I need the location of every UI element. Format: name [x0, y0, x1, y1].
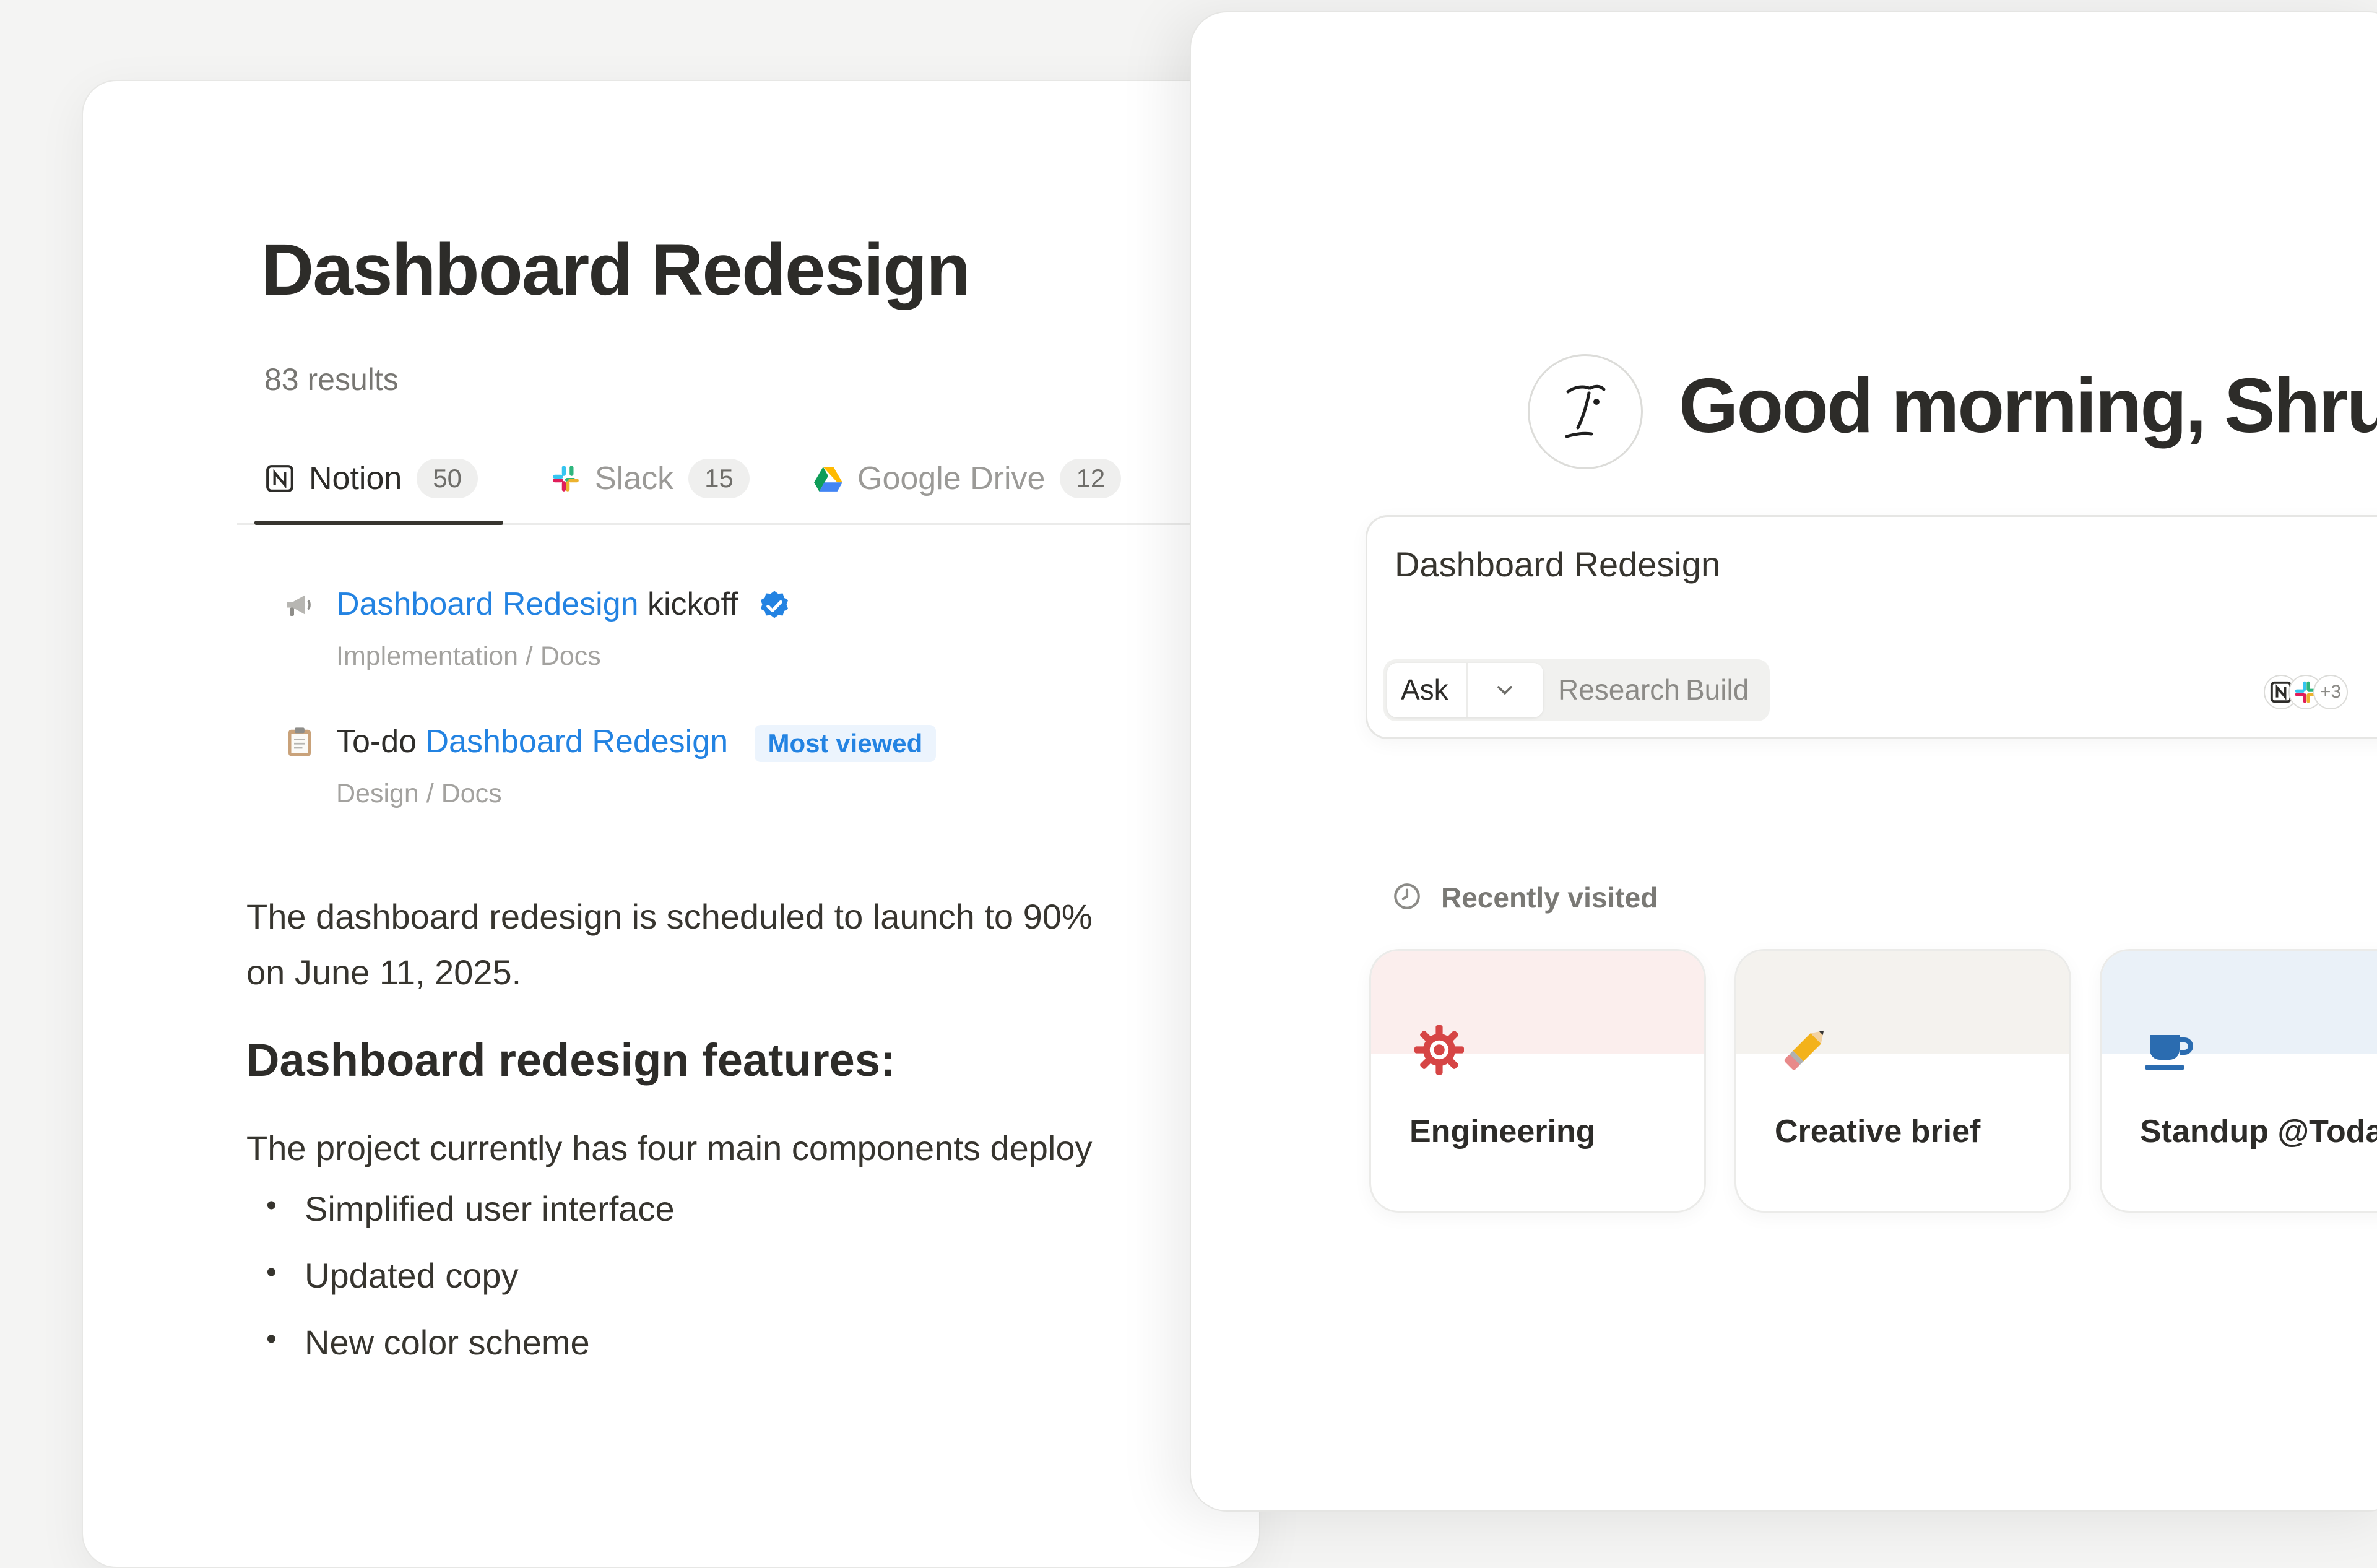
- ask-input[interactable]: [1395, 544, 2261, 584]
- mode-build-button[interactable]: Build: [1686, 673, 1749, 706]
- result-path: Design / Docs: [336, 779, 502, 808]
- active-tab-indicator: [254, 521, 503, 525]
- greeting: Good morning, Shruti: [1679, 363, 2377, 449]
- pencil-icon: [1775, 1020, 1834, 1080]
- list-item: New color scheme: [266, 1322, 675, 1389]
- card-title: Engineering: [1409, 1114, 1596, 1150]
- slack-icon: [550, 463, 581, 494]
- recently-visited-label: Recently visited: [1441, 881, 1658, 914]
- card-title: Creative brief: [1775, 1114, 1981, 1150]
- recently-visited-header: Recently visited: [1392, 879, 1658, 916]
- clipboard-icon: [283, 726, 316, 759]
- card-title: Standup @Toda: [2140, 1114, 2377, 1150]
- summary-line: The dashboard redesign is scheduled to l…: [246, 897, 1093, 936]
- tab-notion[interactable]: Notion 50: [264, 458, 478, 499]
- verified-badge-icon: [757, 589, 792, 623]
- result-title-highlight: Dashboard Redesign: [336, 586, 639, 622]
- megaphone-icon: [283, 588, 316, 622]
- more-sources-count: +3: [2313, 675, 2348, 709]
- summary-line: on June 11, 2025.: [246, 953, 522, 992]
- results-count: 83 results: [264, 362, 399, 397]
- list-item: Simplified user interface: [266, 1189, 675, 1255]
- features-heading: Dashboard redesign features:: [246, 1034, 896, 1086]
- mode-ask-label: Ask: [1401, 674, 1448, 706]
- result-title-suffix: kickoff: [647, 586, 738, 622]
- source-selector[interactable]: +3: [2264, 675, 2375, 712]
- mode-selector: Ask Research Build: [1383, 659, 1770, 721]
- coffee-cup-icon: [2140, 1020, 2199, 1080]
- result-title[interactable]: To-do Dashboard Redesign Most viewed: [336, 723, 937, 763]
- tab-label: Google Drive: [857, 461, 1046, 496]
- home-panel: [1190, 11, 2377, 1512]
- source-tabs: Notion 50 Slack 15 Google Drive 12: [237, 433, 1227, 525]
- most-viewed-tag: Most viewed: [754, 725, 937, 763]
- ask-box: Ask Research Build +3: [1366, 515, 2377, 739]
- tab-label: Slack: [595, 461, 674, 496]
- tab-label: Notion: [309, 461, 402, 496]
- tab-google-drive[interactable]: Google Drive 12: [813, 458, 1122, 499]
- mode-research-button[interactable]: Research: [1558, 673, 1680, 706]
- result-path: Implementation / Docs: [336, 641, 601, 671]
- result-title-prefix: To-do: [336, 724, 417, 760]
- recent-card-engineering[interactable]: Engineering: [1369, 949, 1706, 1213]
- avatar[interactable]: [1528, 354, 1643, 469]
- chevron-down-icon[interactable]: [1492, 678, 1517, 703]
- recent-card-creative-brief[interactable]: Creative brief: [1734, 949, 2071, 1213]
- result-title-highlight: Dashboard Redesign: [425, 724, 729, 760]
- notion-icon: [264, 463, 295, 494]
- features-intro: The project currently has four main comp…: [246, 1128, 1093, 1167]
- tab-count-badge: 12: [1060, 459, 1122, 498]
- features-list: Simplified user interface Updated copy N…: [266, 1189, 675, 1389]
- result-title[interactable]: Dashboard Redesign kickoff: [336, 586, 792, 623]
- clock-icon: [1392, 881, 1422, 915]
- face-doodle-icon: [1565, 384, 1606, 438]
- recent-card-standup[interactable]: Standup @Toda: [2100, 949, 2377, 1213]
- tab-count-badge: 15: [688, 459, 750, 498]
- gear-icon: [1409, 1020, 1469, 1080]
- mode-ask-button[interactable]: Ask: [1387, 663, 1543, 717]
- divider: [1466, 663, 1468, 717]
- list-item: Updated copy: [266, 1255, 675, 1322]
- google-drive-icon: [813, 463, 844, 494]
- tab-slack[interactable]: Slack 15: [550, 458, 750, 499]
- tab-count-badge: 50: [417, 459, 478, 498]
- page-title: Dashboard Redesign: [261, 229, 971, 311]
